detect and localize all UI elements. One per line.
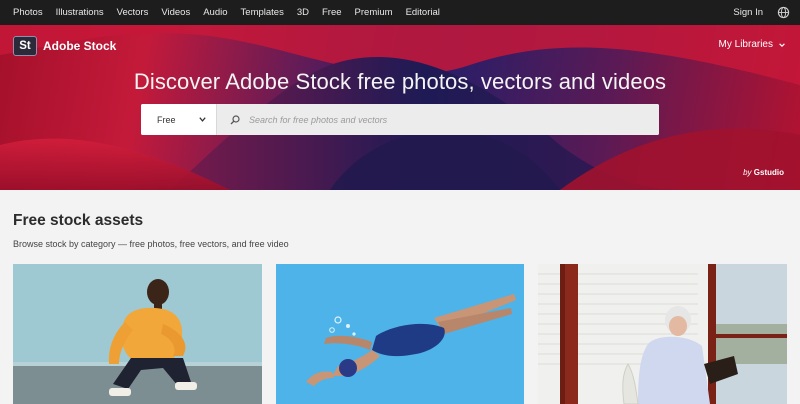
brand-name: Adobe Stock — [43, 39, 117, 53]
search-field — [217, 104, 659, 135]
hero-headline: Discover Adobe Stock free photos, vector… — [133, 69, 667, 94]
sign-in-link[interactable]: Sign In — [733, 7, 763, 18]
free-video-card[interactable] — [538, 264, 787, 404]
swimmer-illustration — [276, 264, 524, 404]
image-credit: by Gstudio — [743, 168, 784, 177]
nav-link-templates[interactable]: Templates — [241, 7, 284, 18]
nav-right: Sign In — [733, 6, 800, 19]
free-vectors-card[interactable] — [276, 264, 524, 404]
adobe-stock-logo[interactable]: St Adobe Stock — [13, 36, 116, 56]
free-photos-card[interactable] — [13, 264, 262, 404]
woman-reading-photo — [538, 264, 787, 404]
stock-logo-mark: St — [13, 36, 37, 56]
section-subtitle: Browse stock by category — free photos, … — [13, 239, 289, 249]
credit-prefix: by — [743, 168, 752, 177]
nav-link-vectors[interactable]: Vectors — [117, 7, 149, 18]
chevron-down-icon — [199, 117, 206, 122]
nav-link-videos[interactable]: Videos — [161, 7, 190, 18]
my-libraries-button[interactable]: My Libraries — [719, 39, 786, 50]
asset-type-value: Free — [157, 114, 176, 125]
globe-icon[interactable] — [777, 6, 790, 19]
search-bar: Free — [141, 104, 659, 135]
top-navigation: Photos Illustrations Vectors Videos Audi… — [0, 0, 800, 25]
nav-link-illustrations[interactable]: Illustrations — [56, 7, 104, 18]
nav-link-premium[interactable]: Premium — [355, 7, 393, 18]
man-crouching-photo — [13, 264, 262, 404]
nav-link-photos[interactable]: Photos — [13, 7, 43, 18]
section-title: Free stock assets — [13, 212, 144, 229]
nav-link-3d[interactable]: 3D — [297, 7, 309, 18]
nav-link-editorial[interactable]: Editorial — [406, 7, 440, 18]
credit-author[interactable]: Gstudio — [754, 168, 784, 177]
hero-banner: St Adobe Stock My Libraries Discover Ado… — [0, 25, 800, 190]
my-libraries-label: My Libraries — [718, 39, 773, 50]
nav-link-free[interactable]: Free — [322, 7, 342, 18]
category-links: Photos Illustrations Vectors Videos Audi… — [0, 7, 453, 18]
asset-type-select[interactable]: Free — [141, 104, 217, 135]
search-icon — [230, 114, 240, 124]
chevron-down-icon — [779, 42, 785, 47]
nav-link-audio[interactable]: Audio — [203, 7, 227, 18]
search-input[interactable] — [249, 114, 629, 125]
